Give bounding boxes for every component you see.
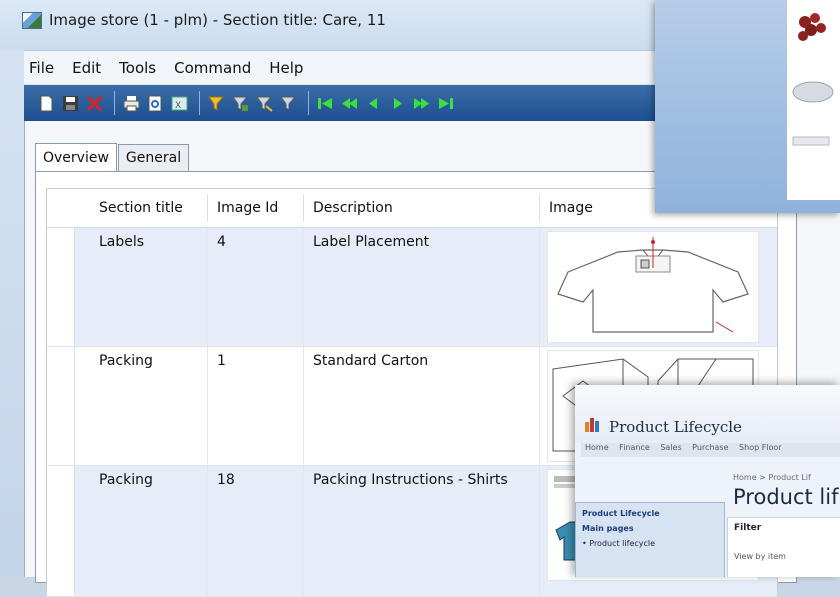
menu-command[interactable]: Command [174,59,251,77]
new-icon [40,95,53,111]
svg-text:X: X [175,101,181,111]
menu-tools[interactable]: Tools [119,59,156,77]
shirt-label-image [547,231,759,343]
filter-icon [208,96,225,111]
tab-strip: Overview General [35,143,190,172]
cell-divider [539,228,540,346]
print-icon [123,95,140,111]
cell-section-title: Packing [99,353,153,369]
portal-nav-bar: Home Finance Sales Purchase Shop Floor [581,443,840,457]
filter-by-selection-icon [232,96,249,111]
cell-image-id: 4 [217,234,226,250]
window-title: Image store (1 - plm) - Section title: C… [49,11,386,29]
product-lifecycle-portal-window[interactable]: Product Lifecycle Home Finance Sales Pur… [575,385,840,577]
column-header-image-id[interactable]: Image Id [217,189,278,227]
first-record-icon [318,97,332,109]
export-excel-icon: X [171,96,188,111]
print-preview-button[interactable] [145,93,166,114]
cell-divider [303,347,304,465]
toolbar-separator [114,91,115,115]
background-window-content [787,0,840,200]
portal-title: Product Lifecycle [609,418,742,436]
previous-record-button[interactable] [363,93,384,114]
delete-button[interactable] [84,93,105,114]
menu-help[interactable]: Help [269,59,303,77]
cell-divider [303,228,304,346]
filter-by-selection-button[interactable] [230,93,251,114]
menu-edit[interactable]: Edit [72,59,101,77]
next-page-icon [414,97,429,109]
advanced-filter-button[interactable] [254,93,275,114]
cell-image-id: 1 [217,353,226,369]
portal-sidebar: Product Lifecycle Main pages • Product l… [575,502,725,577]
previous-page-icon [342,97,357,109]
portal-sidebar-item-lifecycle[interactable]: • Product lifecycle [582,539,718,548]
new-button[interactable] [36,93,57,114]
portal-sidebar-item-main-pages[interactable]: Main pages [582,524,718,533]
portal-view-by[interactable]: View by item [734,552,786,561]
previous-page-button[interactable] [339,93,360,114]
last-record-icon [439,97,453,109]
filter-button[interactable] [206,93,227,114]
delete-icon [86,95,103,111]
last-record-button[interactable] [435,93,456,114]
portal-filter-panel: Filter View by item [727,517,840,577]
print-preview-icon [148,95,162,111]
portal-nav-purchase[interactable]: Purchase [692,443,728,452]
next-record-icon [394,97,402,109]
product-photo [792,13,834,146]
cell-description: Packing Instructions - Shirts [313,472,508,488]
next-page-button[interactable] [411,93,432,114]
cell-divider [539,347,540,465]
remove-filter-icon [280,96,297,111]
portal-page-heading: Product lif [733,485,839,509]
toolbar-separator [308,91,309,115]
portal-breadcrumb[interactable]: Home > Product Lif [733,473,811,482]
cell-description: Standard Carton [313,353,429,369]
portal-sidebar-item-product-lifecycle[interactable]: Product Lifecycle [582,509,718,518]
portal-logo-icon [585,418,599,432]
background-window-top[interactable] [655,0,840,213]
first-record-button[interactable] [315,93,336,114]
column-header-image[interactable]: Image [549,189,593,227]
cell-divider [207,347,208,465]
portal-nav-home[interactable]: Home [585,443,609,452]
cell-section-title: Labels [99,234,145,250]
print-button[interactable] [121,93,142,114]
column-separator [539,194,540,222]
cell-description: Label Placement [313,234,430,250]
row-selector[interactable] [47,228,75,346]
next-record-button[interactable] [387,93,408,114]
toolbar-separator [199,91,200,115]
previous-record-icon [369,97,377,109]
tab-general[interactable]: General [117,144,190,171]
column-header-description[interactable]: Description [313,189,393,227]
row-selector[interactable] [47,347,75,465]
app-icon [22,12,42,29]
portal-nav-finance[interactable]: Finance [619,443,650,452]
portal-nav-sales[interactable]: Sales [660,443,681,452]
save-icon [63,95,78,111]
cell-divider [207,228,208,346]
save-button[interactable] [60,93,81,114]
tab-overview[interactable]: Overview [35,143,117,172]
column-separator [207,194,208,222]
cell-image-id: 18 [217,472,235,488]
column-header-section-title[interactable]: Section title [99,189,183,227]
export-excel-button[interactable]: X [169,93,190,114]
cell-section-title: Packing [99,472,153,488]
portal-filter-label: Filter [734,523,762,533]
remove-filter-button[interactable] [278,93,299,114]
table-row[interactable]: Labels 4 Label Placement [47,228,777,347]
column-separator [303,194,304,222]
advanced-filter-icon [256,96,273,112]
menu-file[interactable]: File [29,59,54,77]
portal-nav-shop-floor[interactable]: Shop Floor [739,443,782,452]
